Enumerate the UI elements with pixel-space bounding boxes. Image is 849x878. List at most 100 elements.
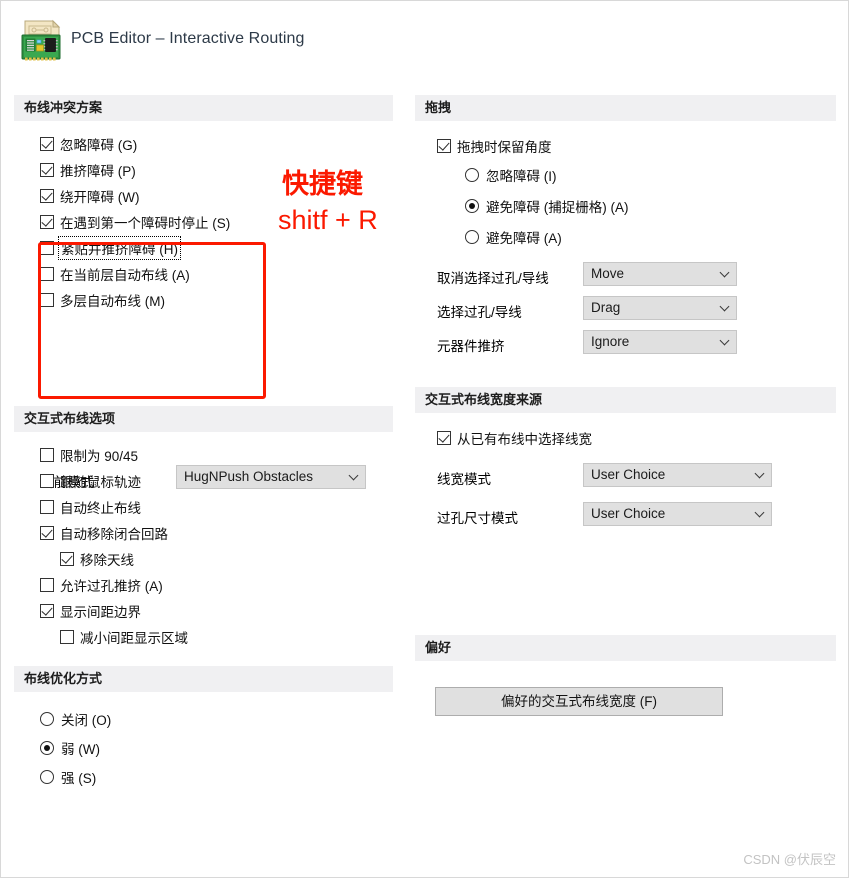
dialog-page: PCB Editor – Interactive Routing 布线冲突方案 …: [0, 0, 849, 878]
checkbox-ignore-obstacles[interactable]: [40, 137, 54, 151]
section-title-routing-optimization: 布线优化方式: [14, 666, 393, 692]
checkbox-row-pick-width-from-existing[interactable]: 从已有布线中选择线宽: [415, 425, 836, 451]
checkbox-row-allow-via-push[interactable]: 允许过孔推挤 (A): [14, 572, 393, 598]
label-selected-via-wire: 选择过孔/导线: [437, 305, 522, 320]
label-unselected-via-wire: 取消选择过孔/导线: [437, 271, 549, 286]
dropdown-via-size-mode-value: User Choice: [591, 506, 666, 521]
checkbox-autoroute-current-layer[interactable]: [40, 267, 54, 281]
label-stop-at-first-obstacle: 在遇到第一个障碍时停止 (S): [60, 216, 231, 231]
label-via-size-mode: 过孔尺寸模式: [437, 511, 518, 526]
chevron-down-icon: [754, 468, 765, 479]
section-body-interactive-routing-options: 限制为 90/45 跟随鼠标轨迹 自动终止布线 自动移除闭合回路 移除天线 允许: [14, 432, 393, 666]
checkbox-remove-antennas[interactable]: [60, 552, 74, 566]
checkbox-restrict-90-45[interactable]: [40, 448, 54, 462]
right-column: 拖拽 拖拽时保留角度 忽略障碍 (I) 避免障碍 (捕捉栅格) (A) 避免障碍…: [415, 95, 836, 741]
checkbox-row-auto-terminate-route[interactable]: 自动终止布线: [14, 494, 393, 520]
checkbox-row-autoroute-current-layer[interactable]: 在当前层自动布线 (A): [14, 261, 393, 287]
label-autoroute-current-layer: 在当前层自动布线 (A): [60, 268, 190, 283]
dropdown-component-push-value: Ignore: [591, 334, 630, 349]
label-hug-and-push-obstacles: 紧贴并推挤障碍 (H): [58, 236, 181, 260]
section-title-preferences: 偏好: [415, 635, 836, 661]
checkbox-allow-via-push[interactable]: [40, 578, 54, 592]
checkbox-preserve-angle-while-dragging[interactable]: [437, 139, 451, 153]
label-display-clearance-boundary: 显示间距边界: [60, 605, 141, 620]
field-via-size-mode: 过孔尺寸模式 User Choice: [415, 498, 836, 537]
radio-drag-ignore-obstacles[interactable]: [465, 167, 479, 182]
label-track-width-mode: 线宽模式: [437, 472, 491, 487]
checkbox-pick-width-from-existing[interactable]: [437, 431, 451, 445]
section-title-width-source: 交互式布线宽度来源: [415, 387, 836, 413]
dropdown-track-width-mode-value: User Choice: [591, 467, 666, 482]
field-unselected-via-wire: 取消选择过孔/导线 Move: [415, 260, 836, 294]
field-selected-via-wire: 选择过孔/导线 Drag: [415, 294, 836, 328]
label-pick-width-from-existing: 从已有布线中选择线宽: [457, 432, 592, 447]
checkbox-hug-and-push-obstacles[interactable]: [40, 241, 54, 255]
radio-drag-avoid-obstacles[interactable]: [465, 229, 479, 244]
label-follow-mouse-trail: 跟随鼠标轨迹: [60, 475, 141, 490]
checkbox-follow-mouse-trail[interactable]: [40, 474, 54, 488]
annotation-shortcut-label: 快捷键: [282, 169, 363, 199]
label-allow-via-push: 允许过孔推挤 (A): [60, 579, 163, 594]
field-component-push: 元器件推挤 Ignore: [415, 328, 836, 362]
section-title-drag: 拖拽: [415, 95, 836, 121]
dropdown-unselected-via-wire[interactable]: Move: [583, 262, 737, 286]
dropdown-via-size-mode[interactable]: User Choice: [583, 502, 772, 526]
label-drag-ignore-obstacles: 忽略障碍 (I): [486, 168, 557, 184]
checkbox-reduce-clearance-display-area[interactable]: [60, 630, 74, 644]
checkbox-row-auto-remove-loops[interactable]: 自动移除闭合回路: [14, 520, 393, 546]
checkbox-row-hug-and-push-obstacles[interactable]: 紧贴并推挤障碍 (H): [14, 235, 393, 261]
checkbox-display-clearance-boundary[interactable]: [40, 604, 54, 618]
dropdown-selected-via-wire[interactable]: Drag: [583, 296, 737, 320]
radio-row-drag-ignore-obstacles[interactable]: 忽略障碍 (I): [415, 159, 836, 190]
checkbox-row-reduce-clearance-display-area[interactable]: 减小间距显示区域: [14, 624, 393, 650]
checkbox-row-ignore-obstacles[interactable]: 忽略障碍 (G): [14, 131, 393, 157]
section-title-interactive-routing-options: 交互式布线选项: [14, 406, 393, 432]
section-body-width-source: 从已有布线中选择线宽 线宽模式 User Choice 过孔尺寸模式 User …: [415, 413, 836, 635]
label-ignore-obstacles: 忽略障碍 (G): [60, 138, 138, 153]
preferred-interactive-routing-width-button[interactable]: 偏好的交互式布线宽度 (F): [435, 687, 723, 716]
checkbox-auto-terminate-route[interactable]: [40, 500, 54, 514]
radio-optimization-weak[interactable]: [40, 740, 54, 755]
annotation-shortcut-keys: shitf + R: [278, 205, 378, 235]
pcb-board-icon: [21, 19, 61, 61]
label-remove-antennas: 移除天线: [80, 553, 134, 568]
checkbox-row-display-clearance-boundary[interactable]: 显示间距边界: [14, 598, 393, 624]
label-optimization-off: 关闭 (O): [61, 712, 112, 728]
dropdown-track-width-mode[interactable]: User Choice: [583, 463, 772, 487]
section-title-routing-conflict: 布线冲突方案: [14, 95, 393, 121]
chevron-down-icon: [719, 335, 730, 346]
radio-row-optimization-off[interactable]: 关闭 (O): [14, 704, 393, 733]
label-auto-remove-loops: 自动移除闭合回路: [60, 527, 168, 542]
checkbox-row-autoroute-multilayer[interactable]: 多层自动布线 (M): [14, 287, 393, 313]
label-preserve-angle-while-dragging: 拖拽时保留角度: [457, 140, 552, 155]
radio-row-optimization-strong[interactable]: 强 (S): [14, 762, 393, 791]
checkbox-walkaround-obstacles[interactable]: [40, 189, 54, 203]
radio-row-drag-avoid-obstacles[interactable]: 避免障碍 (A): [415, 221, 836, 252]
checkbox-autoroute-multilayer[interactable]: [40, 293, 54, 307]
chevron-down-icon: [719, 267, 730, 278]
checkbox-push-obstacles[interactable]: [40, 163, 54, 177]
section-body-preferences: 偏好的交互式布线宽度 (F): [415, 661, 836, 741]
radio-row-optimization-weak[interactable]: 弱 (W): [14, 733, 393, 762]
dropdown-component-push[interactable]: Ignore: [583, 330, 737, 354]
watermark: CSDN @伏辰空: [743, 852, 836, 867]
section-body-drag: 拖拽时保留角度 忽略障碍 (I) 避免障碍 (捕捉栅格) (A) 避免障碍 (A…: [415, 121, 836, 387]
radio-optimization-off[interactable]: [40, 711, 54, 726]
radio-drag-avoid-obstacles-snap-grid[interactable]: [465, 198, 479, 213]
dropdown-selected-via-wire-value: Drag: [591, 300, 621, 315]
checkbox-row-preserve-angle-while-dragging[interactable]: 拖拽时保留角度: [415, 133, 836, 159]
checkbox-stop-at-first-obstacle[interactable]: [40, 215, 54, 229]
label-walkaround-obstacles: 绕开障碍 (W): [60, 190, 140, 205]
label-optimization-strong: 强 (S): [61, 770, 97, 786]
checkbox-row-restrict-90-45[interactable]: 限制为 90/45: [14, 442, 393, 468]
radio-row-drag-avoid-obstacles-snap-grid[interactable]: 避免障碍 (捕捉栅格) (A): [415, 190, 836, 221]
label-component-push: 元器件推挤: [437, 339, 505, 354]
label-drag-avoid-obstacles: 避免障碍 (A): [486, 230, 562, 246]
checkbox-auto-remove-loops[interactable]: [40, 526, 54, 540]
checkbox-row-remove-antennas[interactable]: 移除天线: [14, 546, 393, 572]
label-autoroute-multilayer: 多层自动布线 (M): [60, 294, 165, 309]
page-title: PCB Editor – Interactive Routing: [71, 30, 305, 47]
radio-optimization-strong[interactable]: [40, 769, 54, 784]
checkbox-row-follow-mouse-trail[interactable]: 跟随鼠标轨迹: [14, 468, 393, 494]
label-auto-terminate-route: 自动终止布线: [60, 501, 141, 516]
